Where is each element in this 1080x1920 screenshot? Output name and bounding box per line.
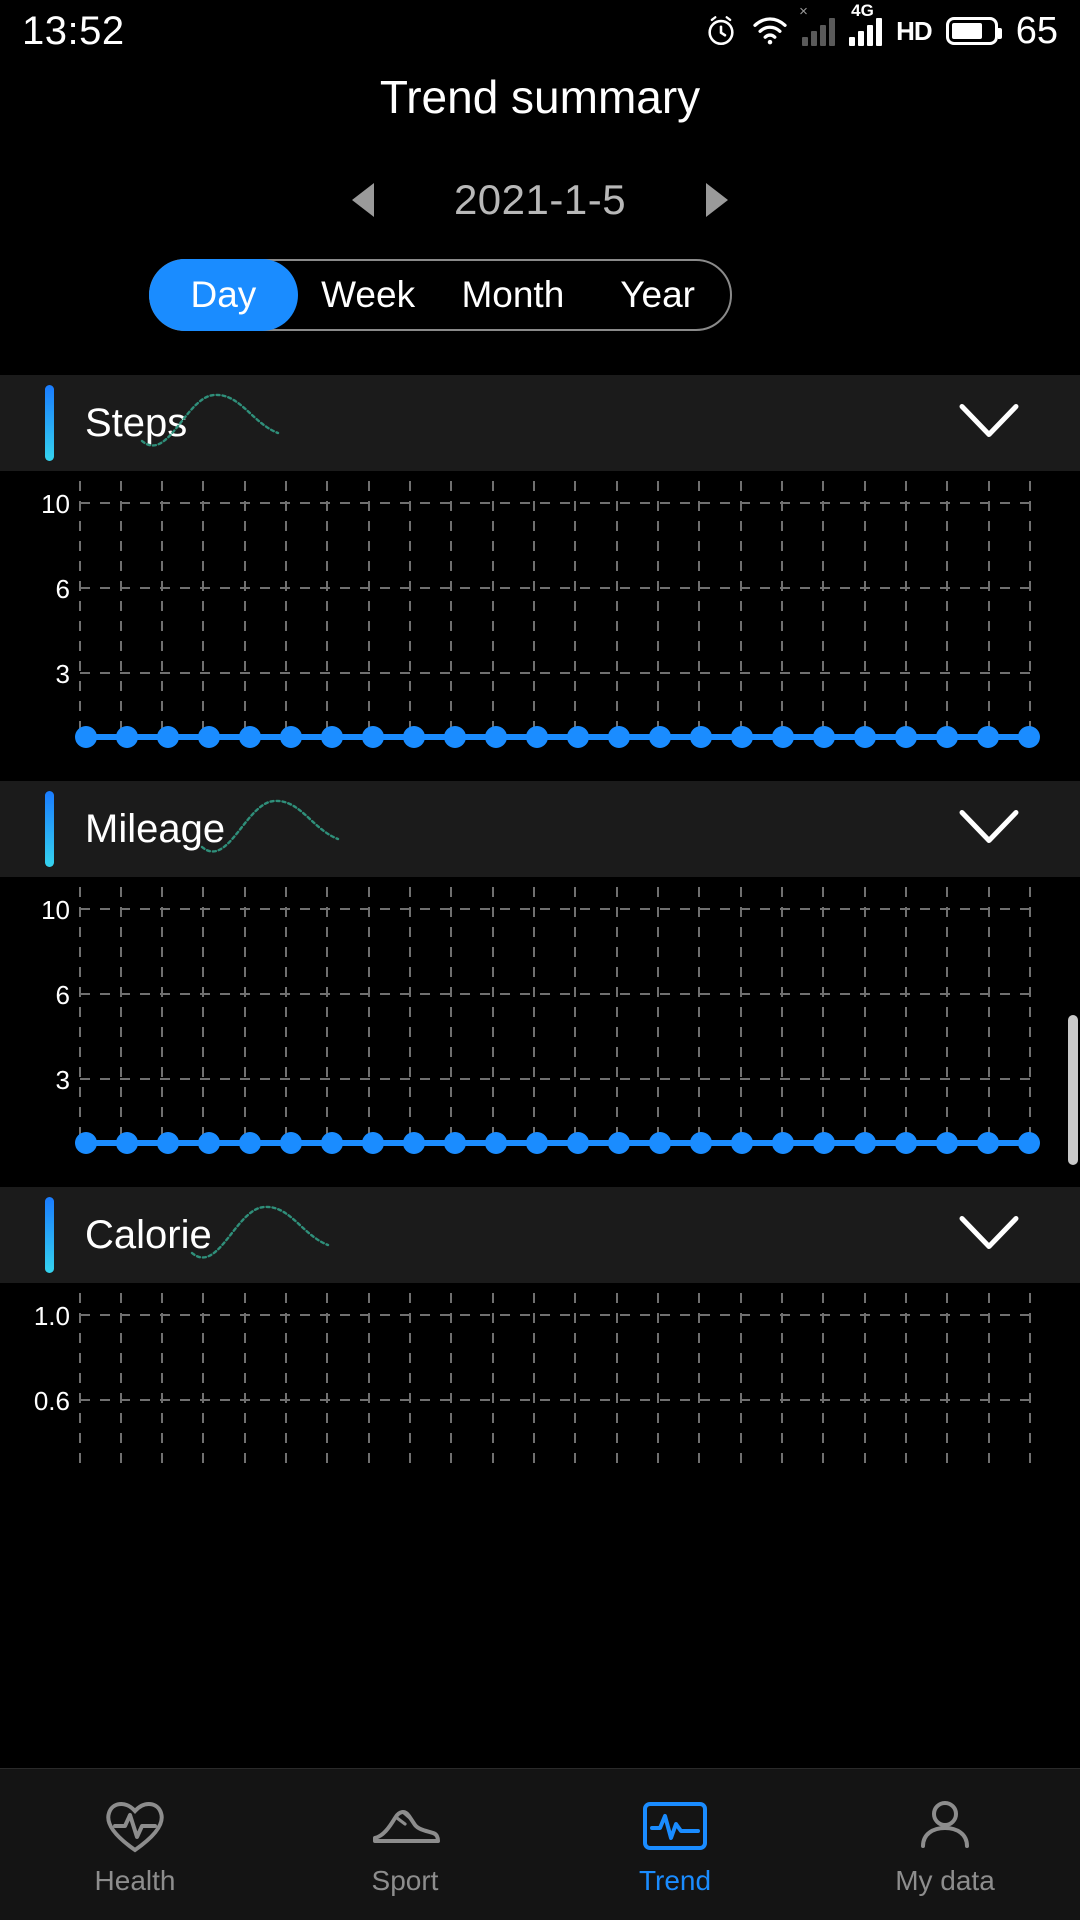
- status-bar-icons: × 4G HD 65: [704, 2, 1058, 53]
- ytick-label: 6: [56, 574, 70, 604]
- card-title-mileage: Mileage: [85, 806, 226, 851]
- bottom-navigation-bar: Health Sport Trend My data: [0, 1768, 1080, 1920]
- tab-month[interactable]: Month: [441, 261, 586, 329]
- wave-decoration-icon: [200, 799, 340, 853]
- ytick-label: 10: [41, 489, 70, 519]
- tab-day[interactable]: Day: [151, 261, 296, 329]
- card-title-calorie: Calorie: [85, 1212, 212, 1257]
- wifi-icon: [752, 16, 788, 46]
- scrollbar-thumb[interactable]: [1068, 1015, 1078, 1165]
- chart-mileage-svg: 10 6 3: [41, 887, 1040, 1154]
- nav-label-trend: Trend: [638, 1864, 712, 1896]
- chart-gridlines: [79, 1293, 1031, 1463]
- tab-week[interactable]: Week: [296, 261, 441, 329]
- card-title-steps: Steps: [85, 400, 188, 445]
- network-type-label: 4G: [851, 1, 874, 20]
- ytick-label: 3: [56, 659, 70, 689]
- range-tab-group: Day Week Month Year: [149, 259, 732, 331]
- person-icon: [914, 1793, 976, 1859]
- card-header-mileage[interactable]: Mileage: [0, 781, 1080, 877]
- chevron-down-icon[interactable]: [958, 1213, 1020, 1258]
- card-header-steps[interactable]: Steps: [0, 375, 1080, 471]
- status-bar: 13:52 × 4G HD 65: [0, 0, 1080, 62]
- ytick-label: 10: [41, 895, 70, 925]
- nav-label-health: Health: [94, 1864, 176, 1896]
- battery-percent-label: 65: [1015, 9, 1058, 52]
- chart-calorie: 1.0 0.6: [0, 1283, 1080, 1463]
- app-screen: 13:52 × 4G HD 65 Trend summary 2021-1-5 …: [0, 0, 1080, 1920]
- chart-mileage: 10 6 3: [0, 877, 1080, 1187]
- card-header-calorie[interactable]: Calorie: [0, 1187, 1080, 1283]
- chart-calorie-svg: 1.0 0.6: [34, 1293, 1031, 1463]
- date-navigator: 2021-1-5: [0, 170, 1080, 230]
- chart-gridlines: [79, 481, 1031, 739]
- next-date-button[interactable]: [706, 183, 728, 217]
- nav-label-my-data: My data: [895, 1864, 995, 1896]
- nav-item-my-data[interactable]: My data: [810, 1793, 1080, 1897]
- ytick-label: 1.0: [34, 1301, 70, 1331]
- tab-year[interactable]: Year: [585, 261, 730, 329]
- ytick-label: 3: [56, 1065, 70, 1095]
- page-title: Trend summary: [379, 71, 701, 123]
- alarm-clock-icon: [704, 14, 738, 48]
- trend-chart-icon: [638, 1793, 712, 1859]
- wave-decoration-icon: [190, 1205, 330, 1259]
- chart-gridlines: [79, 887, 1031, 1145]
- signal-4g-icon: 4G: [849, 2, 883, 46]
- shoe-icon: [369, 1793, 441, 1859]
- status-bar-time: 13:52: [22, 8, 125, 53]
- current-date-label: 2021-1-5: [453, 176, 627, 223]
- accent-bar: [45, 385, 54, 461]
- accent-bar: [45, 1197, 54, 1273]
- chevron-down-icon[interactable]: [958, 807, 1020, 852]
- ytick-label: 6: [56, 980, 70, 1010]
- ytick-label: 0.6: [34, 1386, 70, 1416]
- nav-item-sport[interactable]: Sport: [270, 1793, 540, 1897]
- chevron-down-icon[interactable]: [958, 401, 1020, 446]
- battery-icon: [945, 17, 1002, 45]
- chart-steps-svg: 10 6 3: [41, 481, 1040, 748]
- nav-item-trend[interactable]: Trend: [540, 1793, 810, 1897]
- signal-no-service-icon: ×: [799, 4, 836, 46]
- chart-steps: 10 6 3: [0, 471, 1080, 781]
- nav-item-health[interactable]: Health: [0, 1793, 270, 1897]
- previous-date-button[interactable]: [352, 183, 374, 217]
- nav-label-sport: Sport: [371, 1864, 439, 1896]
- heart-pulse-icon: [102, 1793, 168, 1859]
- accent-bar: [45, 791, 54, 867]
- hd-icon: HD: [896, 15, 933, 46]
- trend-cards-scroll-area[interactable]: Steps 10 6 3 Mileage 10 6 3 Calorie 1.0 …: [0, 375, 1080, 1472]
